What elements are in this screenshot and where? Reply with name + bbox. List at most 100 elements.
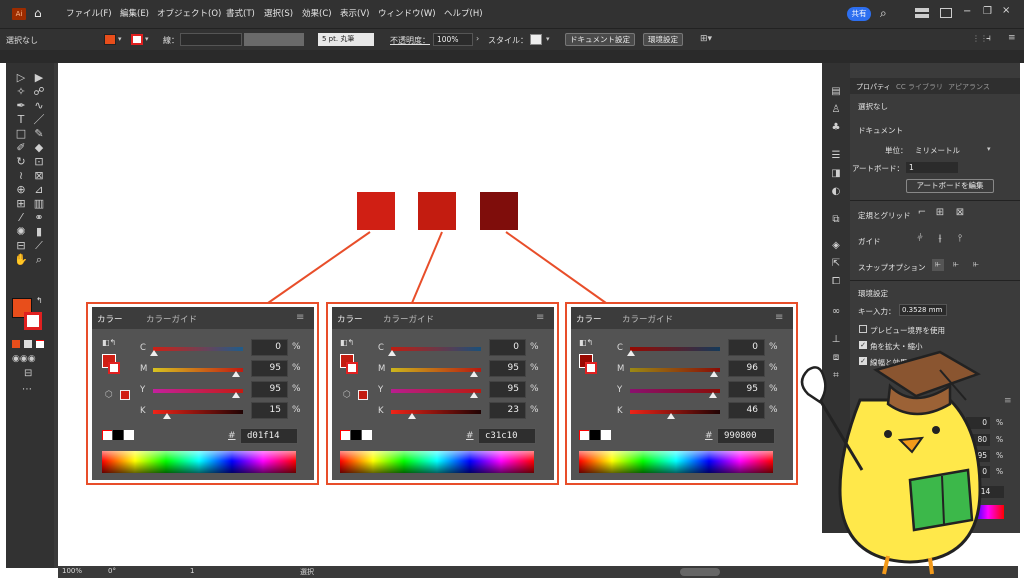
yellow-thumb[interactable] bbox=[470, 392, 478, 398]
stroke-proxy-icon[interactable] bbox=[108, 362, 120, 374]
magenta-input[interactable]: 95 bbox=[489, 360, 526, 377]
magenta-input[interactable]: 96 bbox=[728, 360, 765, 377]
snap-point-icon[interactable]: ⫦ bbox=[932, 259, 944, 271]
tab-color[interactable]: カラー bbox=[576, 313, 602, 325]
tab-properties[interactable]: プロパティ bbox=[856, 82, 891, 92]
magenta-slider[interactable] bbox=[391, 368, 481, 372]
stroke-panel-icon[interactable]: ☰ bbox=[830, 150, 842, 162]
export-icon[interactable]: ⇱ bbox=[830, 258, 842, 270]
units-dropdown[interactable]: ミリメートル bbox=[915, 145, 997, 156]
puppet-icon[interactable]: ♙ bbox=[830, 104, 842, 116]
white-swatch[interactable] bbox=[124, 430, 134, 440]
black-input[interactable]: 46 bbox=[728, 402, 765, 419]
magenta-thumb[interactable] bbox=[470, 371, 478, 377]
tab-appearance[interactable]: アピアランス bbox=[948, 82, 990, 92]
ruler-icon[interactable]: ⌐ bbox=[916, 207, 928, 219]
yellow-slider[interactable] bbox=[391, 389, 481, 393]
horizontal-scrollbar[interactable] bbox=[680, 568, 720, 576]
yellow-slider[interactable] bbox=[153, 389, 243, 393]
cyan-label: C bbox=[378, 343, 384, 353]
tab-color[interactable]: カラー bbox=[97, 313, 123, 325]
tab-color-guide[interactable]: カラーガイド bbox=[146, 313, 197, 325]
panel-menu-icon[interactable]: ≡ bbox=[296, 312, 304, 323]
layers-icon[interactable]: ◈ bbox=[830, 240, 842, 252]
pages-icon[interactable]: ⧠ bbox=[830, 276, 842, 288]
black-slider[interactable] bbox=[391, 410, 481, 414]
hex-input[interactable]: 990800 bbox=[717, 428, 775, 444]
cyan-slider[interactable] bbox=[153, 347, 243, 351]
guides-lock-icon[interactable]: ⫲ bbox=[934, 233, 946, 245]
artboard-navigator[interactable]: 1 bbox=[190, 567, 194, 575]
cyan-thumb[interactable] bbox=[627, 350, 635, 356]
rotation-dropdown[interactable]: 0° bbox=[108, 567, 116, 575]
tab-color[interactable]: カラー bbox=[337, 313, 363, 325]
yellow-label: Y bbox=[140, 385, 146, 395]
cyan-input[interactable]: 0 bbox=[489, 339, 526, 356]
black-label: K bbox=[378, 406, 384, 416]
white-swatch[interactable] bbox=[601, 430, 611, 440]
default-colors-icon[interactable]: ◧↰ bbox=[102, 338, 116, 347]
snap-pixel-icon[interactable]: ⫦ bbox=[970, 259, 982, 271]
yellow-input[interactable]: 95 bbox=[251, 381, 288, 398]
stroke-proxy-icon[interactable] bbox=[346, 362, 358, 374]
hex-input[interactable]: d01f14 bbox=[240, 428, 298, 444]
cyan-input[interactable]: 0 bbox=[251, 339, 288, 356]
none-swatch-icon[interactable] bbox=[102, 430, 112, 440]
chevron-down-icon[interactable]: ▾ bbox=[987, 145, 991, 153]
black-input[interactable]: 15 bbox=[251, 402, 288, 419]
black-slider[interactable] bbox=[630, 410, 720, 414]
yellow-input[interactable]: 95 bbox=[489, 381, 526, 398]
edit-artboard-button[interactable]: アートボードを編集 bbox=[906, 179, 994, 193]
artboard-dropdown[interactable]: 1 bbox=[906, 162, 958, 173]
zoom-dropdown[interactable]: 100% bbox=[62, 567, 82, 575]
club-icon[interactable]: ♣ bbox=[830, 122, 842, 134]
properties-icon[interactable]: ▤ bbox=[830, 86, 842, 98]
cyan-input[interactable]: 0 bbox=[728, 339, 765, 356]
magenta-input[interactable]: 95 bbox=[251, 360, 288, 377]
black-thumb[interactable] bbox=[667, 413, 675, 419]
yellow-thumb[interactable] bbox=[232, 392, 240, 398]
default-colors-icon[interactable]: ◧↰ bbox=[579, 338, 593, 347]
black-swatch[interactable] bbox=[351, 430, 361, 440]
color-spectrum[interactable] bbox=[102, 451, 296, 473]
transparency-icon[interactable]: ◐ bbox=[830, 186, 842, 198]
hex-input[interactable]: c31c10 bbox=[478, 428, 536, 444]
tab-libraries[interactable]: CC ライブラリ bbox=[896, 82, 943, 92]
black-input[interactable]: 23 bbox=[489, 402, 526, 419]
key-increment-input[interactable]: 0.3528 mm bbox=[899, 304, 947, 316]
guides-show-icon[interactable]: ⫩ bbox=[914, 233, 926, 245]
gradient-panel-icon[interactable]: ◨ bbox=[830, 168, 842, 180]
pixel-grid-icon[interactable]: ⊠ bbox=[954, 207, 966, 219]
magenta-slider[interactable] bbox=[153, 368, 243, 372]
magenta-slider[interactable] bbox=[630, 368, 720, 372]
links-icon[interactable]: ∞ bbox=[830, 306, 842, 318]
cyan-slider[interactable] bbox=[391, 347, 481, 351]
default-colors-icon[interactable]: ◧↰ bbox=[340, 338, 354, 347]
yellow-slider[interactable] bbox=[630, 389, 720, 393]
black-thumb[interactable] bbox=[408, 413, 416, 419]
panel-menu-icon[interactable]: ≡ bbox=[775, 312, 783, 323]
magenta-thumb[interactable] bbox=[232, 371, 240, 377]
yellow-thumb[interactable] bbox=[709, 392, 717, 398]
none-swatch-icon[interactable] bbox=[340, 430, 350, 440]
black-swatch[interactable] bbox=[590, 430, 600, 440]
cyan-thumb[interactable] bbox=[388, 350, 396, 356]
stroke-proxy-icon[interactable] bbox=[585, 362, 597, 374]
panel-menu-icon[interactable]: ≡ bbox=[536, 312, 544, 323]
smart-guides-icon[interactable]: ⫯ bbox=[954, 233, 966, 245]
tab-color-guide[interactable]: カラーガイド bbox=[622, 313, 673, 325]
magenta-thumb[interactable] bbox=[710, 371, 718, 377]
color-spectrum[interactable] bbox=[340, 451, 534, 473]
tab-color-guide[interactable]: カラーガイド bbox=[383, 313, 434, 325]
none-swatch-icon[interactable] bbox=[579, 430, 589, 440]
cyan-slider[interactable] bbox=[630, 347, 720, 351]
artboards-icon[interactable]: ⧉ bbox=[830, 214, 842, 226]
color-spectrum[interactable] bbox=[579, 451, 773, 473]
white-swatch[interactable] bbox=[362, 430, 372, 440]
grid-icon[interactable]: ⊞ bbox=[934, 207, 946, 219]
snap-glyph-icon[interactable]: ⫦ bbox=[950, 259, 962, 271]
cyan-thumb[interactable] bbox=[150, 350, 158, 356]
black-swatch[interactable] bbox=[113, 430, 123, 440]
yellow-input[interactable]: 95 bbox=[728, 381, 765, 398]
black-thumb[interactable] bbox=[163, 413, 171, 419]
